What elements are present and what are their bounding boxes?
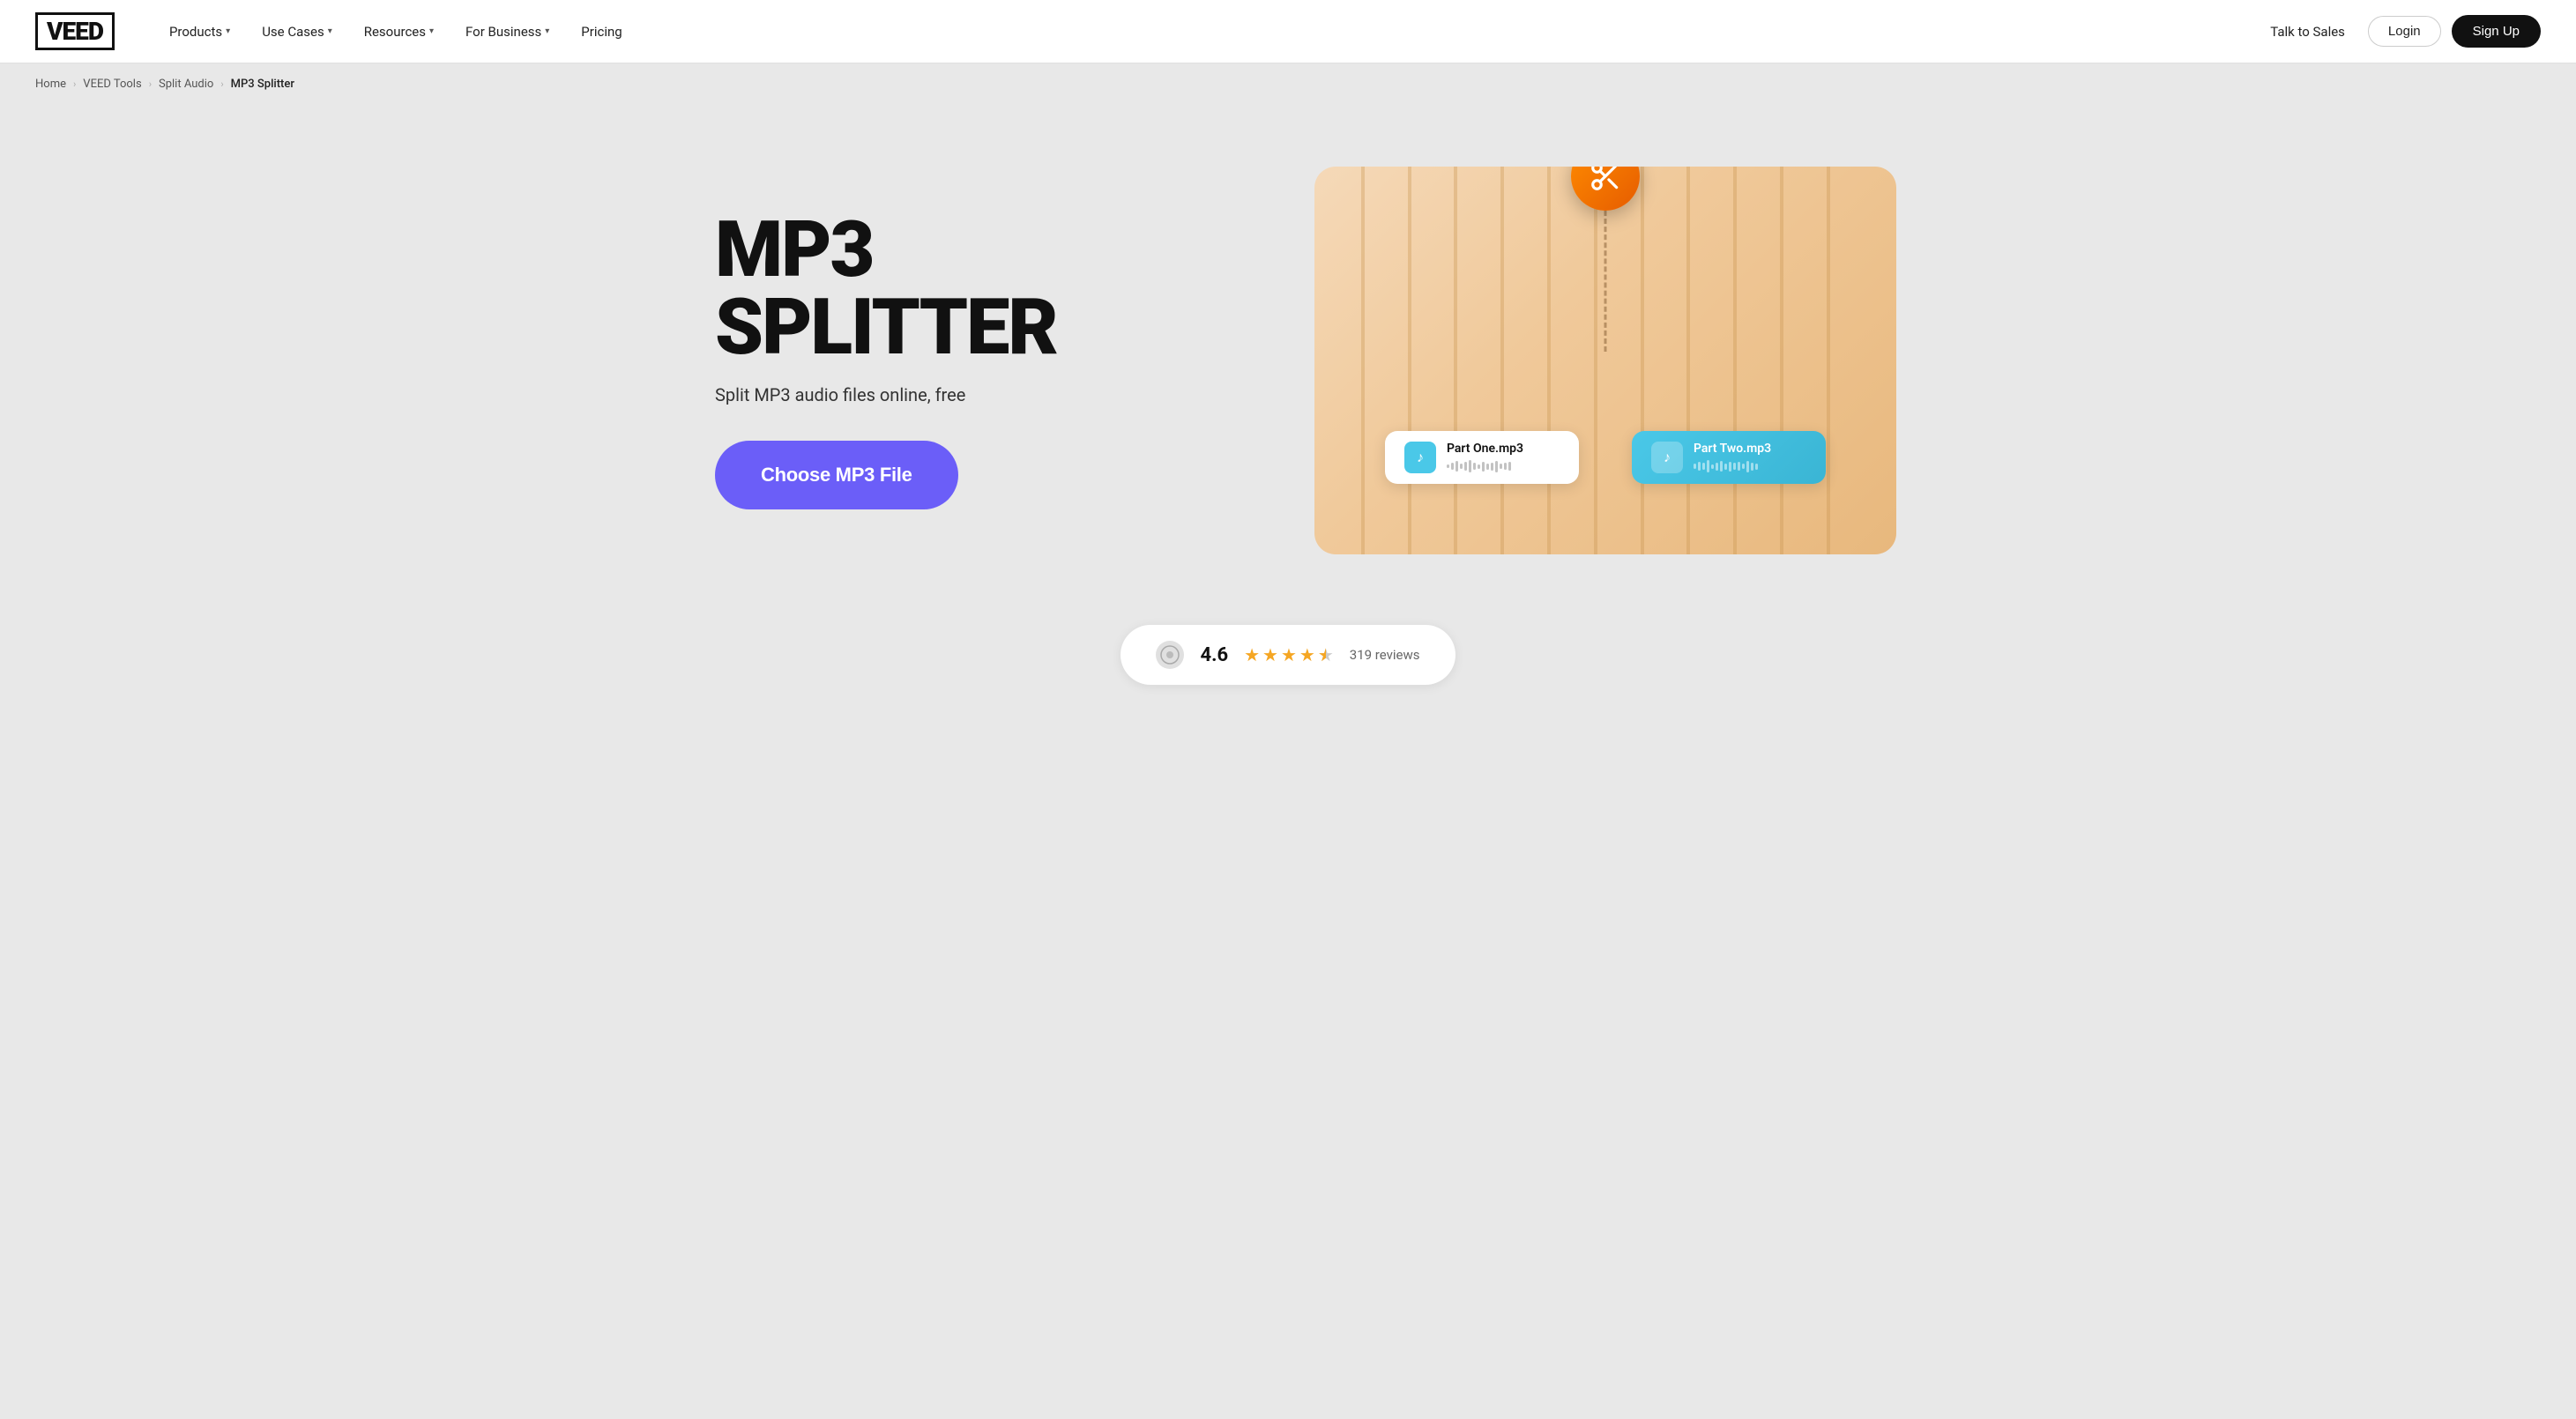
nav-links: Products ▾ Use Cases ▾ Resources ▾ For B…	[157, 17, 2258, 47]
chevron-down-icon: ▾	[429, 26, 434, 36]
breadcrumb: Home › VEED Tools › Split Audio › MP3 Sp…	[0, 63, 2576, 105]
tape-strip	[1408, 167, 1411, 554]
nav-for-business[interactable]: For Business ▾	[453, 17, 562, 47]
breadcrumb-veed-tools[interactable]: VEED Tools	[83, 78, 141, 91]
tape-strip	[1780, 167, 1783, 554]
tape-strip	[1827, 167, 1830, 554]
choose-mp3-button[interactable]: Choose MP3 File	[715, 441, 958, 509]
chevron-down-icon: ▾	[328, 26, 332, 36]
navbar: VEED Products ▾ Use Cases ▾ Resources ▾ …	[0, 0, 2576, 63]
tape-strip	[1500, 167, 1504, 554]
tape-strip	[1686, 167, 1690, 554]
breadcrumb-home[interactable]: Home	[35, 78, 66, 91]
tape-strip	[1733, 167, 1737, 554]
talk-to-sales-link[interactable]: Talk to Sales	[2258, 17, 2357, 47]
breadcrumb-mp3-splitter: MP3 Splitter	[231, 78, 294, 91]
audio-icon: ♪	[1651, 442, 1683, 473]
waveform	[1694, 459, 1771, 473]
login-button[interactable]: Login	[2368, 16, 2441, 47]
audio-card-name: Part Two.mp3	[1694, 442, 1771, 456]
hero-title: MP3 SPLITTER	[715, 212, 1138, 367]
rating-logo-icon	[1156, 641, 1184, 669]
signup-button[interactable]: Sign Up	[2452, 15, 2541, 48]
audio-card-info: Part Two.mp3	[1694, 442, 1771, 473]
rating-card: 4.6 ★★★★★★ 319 reviews	[1120, 625, 1455, 685]
tape-strip	[1547, 167, 1551, 554]
audio-card-info: Part One.mp3	[1447, 442, 1523, 473]
rating-count: 319 reviews	[1350, 647, 1420, 663]
audio-cards-container: ♪ Part One.mp3 ♪ Part Two.mp3	[1314, 431, 1896, 484]
nav-actions: Talk to Sales Login Sign Up	[2258, 15, 2541, 48]
tape-strip	[1594, 167, 1597, 554]
rating-score: 4.6	[1200, 644, 1228, 666]
breadcrumb-split-audio[interactable]: Split Audio	[159, 78, 213, 91]
rating-section: 4.6 ★★★★★★ 319 reviews	[0, 598, 2576, 738]
chevron-down-icon: ▾	[545, 26, 549, 36]
tape-strip	[1454, 167, 1457, 554]
breadcrumb-separator: ›	[220, 78, 223, 90]
nav-pricing[interactable]: Pricing	[569, 17, 634, 47]
breadcrumb-separator: ›	[73, 78, 76, 90]
tape-strip	[1361, 167, 1365, 554]
nav-resources[interactable]: Resources ▾	[352, 17, 446, 47]
logo[interactable]: VEED	[35, 12, 115, 50]
audio-card-name: Part One.mp3	[1447, 442, 1523, 456]
audio-card-part-two: ♪ Part Two.mp3	[1632, 431, 1826, 484]
illustration-background: ♪ Part One.mp3 ♪ Part Two.mp3	[1314, 167, 1896, 554]
hero-illustration: ♪ Part One.mp3 ♪ Part Two.mp3	[1314, 167, 1896, 554]
audio-card-part-one: ♪ Part One.mp3	[1385, 431, 1579, 484]
dashed-divider	[1604, 211, 1607, 352]
star-rating: ★★★★★★	[1244, 644, 1334, 665]
breadcrumb-separator: ›	[149, 78, 152, 90]
tape-strip	[1641, 167, 1644, 554]
nav-use-cases[interactable]: Use Cases ▾	[249, 17, 345, 47]
waveform	[1447, 459, 1523, 473]
hero-section: MP3 SPLITTER Split MP3 audio files onlin…	[644, 105, 1932, 598]
nav-products[interactable]: Products ▾	[157, 17, 242, 47]
chevron-down-icon: ▾	[226, 26, 230, 36]
hero-subtitle: Split MP3 audio files online, free	[715, 384, 1138, 405]
audio-icon: ♪	[1404, 442, 1436, 473]
hero-content: MP3 SPLITTER Split MP3 audio files onlin…	[715, 212, 1138, 509]
